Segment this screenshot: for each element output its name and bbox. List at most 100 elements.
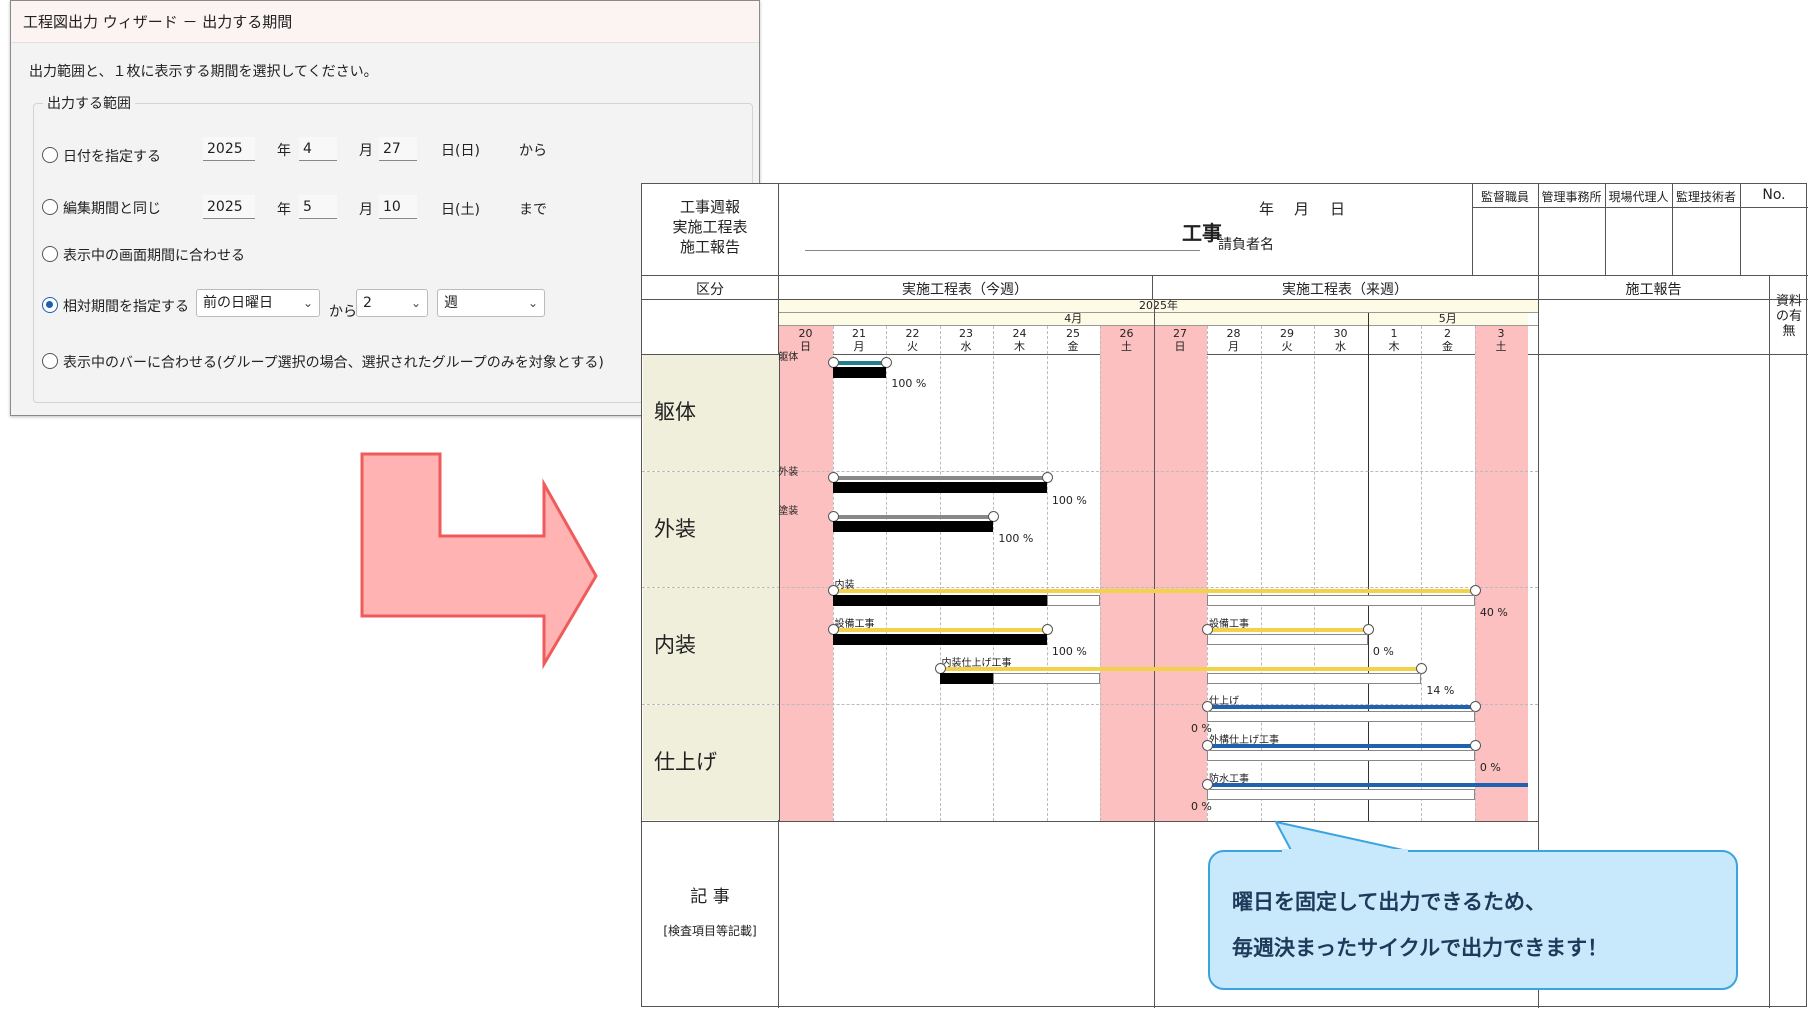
calendar-day: 1 <box>1390 327 1398 340</box>
category-cell: 外装 <box>643 471 779 587</box>
progress-outline <box>1207 673 1421 684</box>
progress-percent: 0 % <box>1479 761 1501 774</box>
option2-year-field[interactable]: 2025 <box>203 195 255 219</box>
day-grid-line <box>832 326 834 821</box>
option1-day-field[interactable]: 27 <box>379 137 417 161</box>
task-label: 躯体 <box>778 352 799 363</box>
section-report: 施工報告 <box>1625 282 1682 298</box>
section-materials: 資料の有無 <box>1775 294 1802 339</box>
progress-percent: 100 % <box>998 532 1034 545</box>
period-unit-select-value: 週 <box>444 295 458 311</box>
base-day-select[interactable]: 前の日曜日 ⌄ <box>196 289 320 317</box>
actual-progress-bar <box>832 367 886 378</box>
radio-fit-screen-period-label[interactable]: 表示中の画面期間に合わせる <box>63 245 245 265</box>
progress-percent: 14 % <box>1426 684 1455 697</box>
progress-outline <box>1046 595 1100 606</box>
notes-sub-label: [検査項目等記載] <box>663 924 757 938</box>
week-count-select-value: 2 <box>363 295 372 311</box>
option1-month-field[interactable]: 4 <box>299 137 337 161</box>
calendar-weekday: 水 <box>1335 340 1346 353</box>
stamp-site-agent: 現場代理人 <box>1608 190 1669 204</box>
week-divider <box>1153 300 1155 821</box>
chevron-down-icon: ⌄ <box>302 296 313 310</box>
category-cell: 内装 <box>643 588 779 704</box>
task-label: 塗装 <box>778 506 799 517</box>
day-grid-line <box>993 326 994 821</box>
calendar-day: 21 <box>852 327 866 340</box>
calendar-year: 2025年 <box>779 300 1538 312</box>
radio-fit-visible-bars[interactable] <box>42 353 58 369</box>
category-cell: 躯体 <box>643 355 779 471</box>
day-grid-line <box>1046 326 1048 821</box>
stamp-management-office: 管理事務所 <box>1541 190 1602 204</box>
date-month-label: 月 <box>1294 200 1310 218</box>
day-grid-line <box>939 326 941 821</box>
option2-day-field[interactable]: 10 <box>379 195 417 219</box>
calendar-day: 30 <box>1333 327 1348 340</box>
option1-month-unit: 月 <box>359 143 373 159</box>
base-day-select-value: 前の日曜日 <box>203 295 273 311</box>
actual-progress-bar <box>832 595 1047 606</box>
calendar-day: 29 <box>1280 327 1294 340</box>
plan-bar <box>832 515 993 519</box>
holiday-column <box>1474 326 1528 821</box>
dialog-title: 工程図出力 ウィザード － 出力する期間 <box>11 1 759 43</box>
week-count-select[interactable]: 2 ⌄ <box>356 289 428 317</box>
radio-same-as-edit-period[interactable] <box>42 199 58 215</box>
holiday-column <box>779 326 833 821</box>
plan-bar <box>1207 783 1528 787</box>
radio-relative-period[interactable] <box>42 297 58 313</box>
radio-specify-date-label[interactable]: 日付を指定する <box>63 146 161 166</box>
calendar-weekday: 水 <box>960 340 972 353</box>
dialog-instruction: 出力範囲と、１枚に表示する期間を選択してください。 <box>29 64 378 80</box>
calendar-day: 28 <box>1226 327 1241 340</box>
plan-bar <box>832 628 1047 632</box>
calendar-weekday: 日 <box>1174 340 1186 353</box>
calendar-day: 23 <box>959 327 973 340</box>
option2-year-unit: 年 <box>277 202 291 218</box>
category-cell: 仕上げ <box>643 704 779 820</box>
calendar-day: 27 <box>1173 327 1187 340</box>
stamp-chief-engineer: 監理技術者 <box>1675 190 1736 204</box>
date-day-label: 日 <box>1330 200 1346 218</box>
calendar-weekday: 土 <box>1495 340 1507 353</box>
actual-progress-bar <box>939 673 993 684</box>
row-divider <box>642 587 1538 588</box>
calendar-weekday: 土 <box>1121 340 1132 353</box>
calendar-day: 22 <box>905 327 920 340</box>
section-next-week: 実施工程表（来週） <box>1282 282 1408 298</box>
flow-arrow-icon <box>360 452 598 670</box>
calendar-day: 25 <box>1066 327 1080 340</box>
day-grid-line <box>1100 326 1101 821</box>
radio-relative-period-label[interactable]: 相対期間を指定する <box>63 296 189 316</box>
option1-suffix: から <box>519 143 547 159</box>
task-label: 外装 <box>778 467 799 478</box>
callout-bubble: 曜日を固定して出力できるため、 毎週決まったサイクルで出力できます！ <box>1208 850 1738 990</box>
progress-percent: 0 % <box>1190 800 1212 813</box>
plan-bar <box>1207 628 1368 632</box>
row-divider <box>642 470 1538 472</box>
progress-outline <box>1207 634 1368 645</box>
stamp-supervisor: 監督職員 <box>1480 190 1529 204</box>
progress-percent: 40 % <box>1479 606 1508 619</box>
period-unit-select[interactable]: 週 ⌄ <box>437 289 545 317</box>
report-title-line-2: 実施工程表 <box>672 218 748 236</box>
radio-fit-screen-period[interactable] <box>42 246 58 262</box>
plan-bar <box>1207 705 1475 709</box>
option1-year-field[interactable]: 2025 <box>203 137 255 161</box>
calendar-day: 20 <box>798 327 813 340</box>
holiday-column <box>1153 326 1207 821</box>
actual-progress-bar <box>832 521 993 532</box>
radio-fit-visible-bars-label[interactable]: 表示中のバーに合わせる(グループ選択の場合、選択されたグループのみを対象とする) <box>63 352 604 372</box>
option2-month-field[interactable]: 5 <box>299 195 337 219</box>
section-category: 区分 <box>696 282 724 298</box>
holiday-column <box>1100 326 1154 821</box>
actual-progress-bar <box>832 482 1047 493</box>
radio-same-as-edit-period-label[interactable]: 編集期間と同じ <box>63 198 161 218</box>
contractor-label: 請負者名 <box>1218 237 1274 253</box>
gantt-chart: 2025年 4月 5月 20 日 21 月 22 火 23 水 24 木 25 金 26 土 27 日 28 月 29 火 3… <box>642 300 1538 821</box>
radio-specify-date[interactable] <box>42 147 58 163</box>
progress-percent: 100 % <box>891 377 927 390</box>
option1-year-unit: 年 <box>277 143 291 159</box>
calendar-weekday: 金 <box>1067 340 1079 353</box>
